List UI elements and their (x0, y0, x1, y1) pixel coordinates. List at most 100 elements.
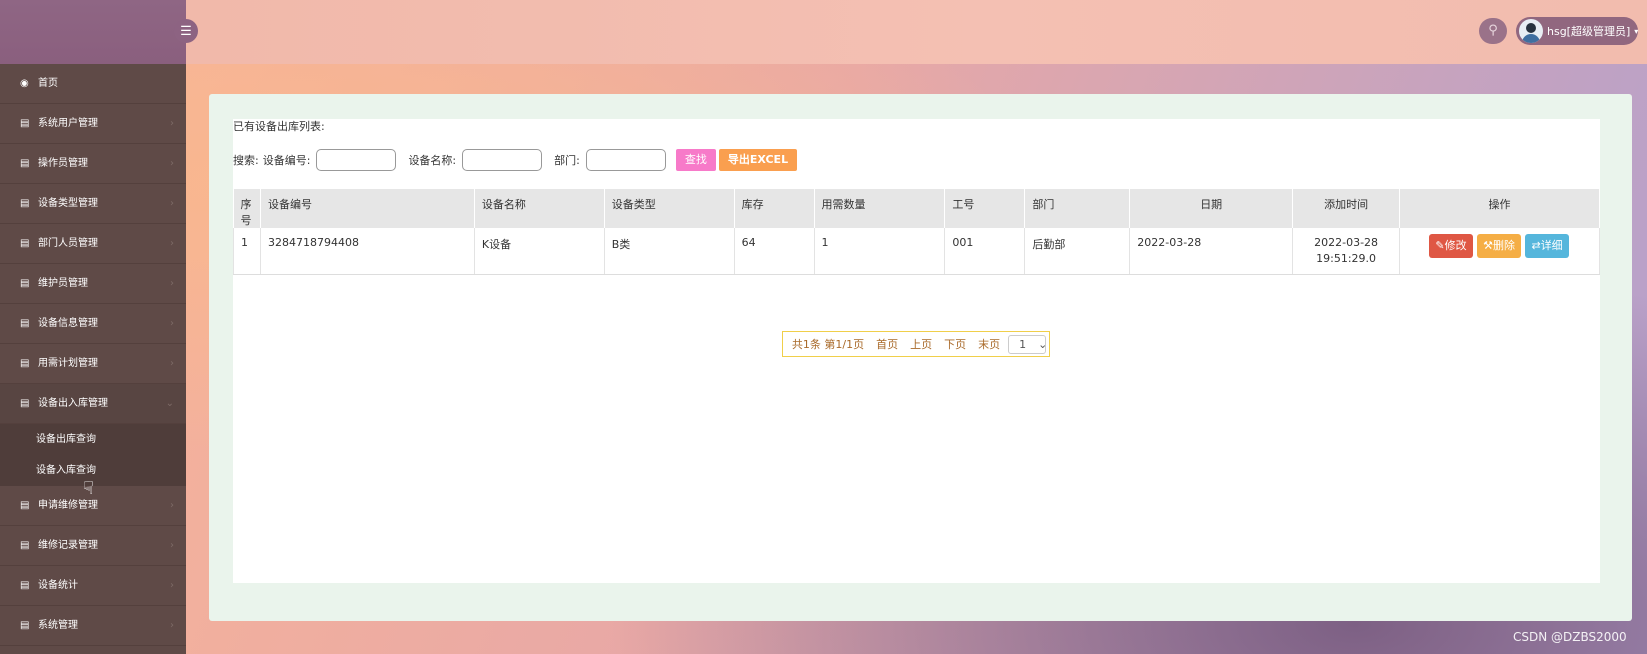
table-row: 1 3284718794408 K设备 B类 64 1 001 后勤部 2022… (233, 228, 1600, 275)
delete-button[interactable]: ⚒删除 (1477, 234, 1521, 258)
pagination: 共1条 第1/1页 首页 上页 下页 末页 1 ⌄ (782, 331, 1050, 357)
cell-stock: 64 (734, 228, 815, 275)
col-device-name: 设备名称 (474, 189, 605, 228)
cell-date: 2022-03-28 (1129, 228, 1294, 275)
list-icon: ▤ (20, 318, 30, 329)
sidebar-item-label: 申请维修管理 (38, 500, 98, 511)
list-icon: ▤ (20, 198, 30, 209)
table-header-row: 序号 设备编号 设备名称 设备类型 库存 用需数量 工号 部门 日期 添加时间 … (233, 189, 1600, 228)
cell-device-name: K设备 (474, 228, 605, 275)
sidebar-item-label: 维修记录管理 (38, 540, 98, 551)
list-icon: ▤ (20, 620, 30, 631)
col-added-time: 添加时间 (1292, 189, 1401, 228)
device-name-label: 设备名称: (408, 154, 457, 167)
wrench-icon: ⚒ (1483, 239, 1493, 252)
search-icon[interactable]: ⚲ (1479, 18, 1507, 44)
detail-button[interactable]: ⇄详细 (1525, 234, 1569, 258)
chevron-down-icon: ⌄ (1038, 337, 1048, 351)
pager-first[interactable]: 首页 (876, 336, 898, 352)
shuffle-icon: ⇄ (1531, 239, 1541, 252)
sidebar-item-device-types[interactable]: ▤ 设备类型管理 › (0, 184, 186, 224)
avatar (1519, 19, 1543, 43)
sidebar-item-device-inout[interactable]: ▤ 设备出入库管理 ⌄ (0, 384, 186, 424)
pager-next[interactable]: 下页 (944, 336, 966, 352)
cell-worker-no: 001 (944, 228, 1026, 275)
delete-label: 删除 (1492, 239, 1515, 252)
sidebar-item-maintainers[interactable]: ▤ 维护员管理 › (0, 264, 186, 304)
chevron-down-icon: ▾ (1634, 26, 1639, 36)
sidebar-item-label: 用需计划管理 (38, 358, 98, 369)
pager-last[interactable]: 末页 (978, 336, 1000, 352)
edit-button[interactable]: ✎修改 (1429, 234, 1473, 258)
list-icon: ▤ (20, 500, 30, 511)
page-select[interactable]: 1 ⌄ (1008, 334, 1048, 354)
sidebar-item-dept-staff[interactable]: ▤ 部门人员管理 › (0, 224, 186, 264)
export-excel-button[interactable]: 导出EXCEL (718, 149, 798, 171)
cell-actions: ✎修改 ⚒删除 ⇄详细 (1399, 228, 1600, 275)
dept-label: 部门: (554, 154, 580, 167)
cell-demand-qty: 1 (814, 228, 946, 275)
chevron-right-icon: › (170, 500, 174, 511)
col-actions: 操作 (1399, 189, 1600, 228)
sidebar-item-home[interactable]: ◉ 首页 (0, 64, 186, 104)
col-device-type: 设备类型 (604, 189, 735, 228)
search-label: 搜索: (233, 154, 259, 167)
page-select-value: 1 (1019, 337, 1027, 351)
device-code-input[interactable] (316, 149, 397, 171)
detail-label: 详细 (1540, 239, 1563, 252)
chevron-right-icon: › (170, 118, 174, 129)
chevron-right-icon: › (170, 620, 174, 631)
col-stock: 库存 (734, 189, 815, 228)
col-index: 序号 (233, 189, 261, 228)
sidebar-item-demand-plan[interactable]: ▤ 用需计划管理 › (0, 344, 186, 384)
sidebar-subitem-outbound-query[interactable]: 设备出库查询 (0, 424, 186, 455)
find-button[interactable]: 查找 (675, 149, 716, 171)
cell-device-type: B类 (604, 228, 735, 275)
chevron-right-icon: › (170, 198, 174, 209)
cell-device-code: 3284718794408 (260, 228, 475, 275)
top-bar (0, 0, 1647, 64)
list-icon: ▤ (20, 158, 30, 169)
cell-added-time: 2022-03-28 19:51:29.0 (1292, 228, 1401, 275)
sidebar-item-label: 系统用户管理 (38, 118, 98, 129)
chevron-right-icon: › (170, 318, 174, 329)
outbound-table: 序号 设备编号 设备名称 设备类型 库存 用需数量 工号 部门 日期 添加时间 … (233, 189, 1600, 275)
sidebar-item-system-users[interactable]: ▤ 系统用户管理 › (0, 104, 186, 144)
chevron-right-icon: › (170, 238, 174, 249)
sidebar-item-device-info[interactable]: ▤ 设备信息管理 › (0, 304, 186, 344)
list-icon: ▤ (20, 398, 30, 409)
sidebar-item-label: 操作员管理 (38, 158, 88, 169)
pencil-icon: ✎ (1435, 239, 1445, 252)
sidebar-item-operators[interactable]: ▤ 操作员管理 › (0, 144, 186, 184)
list-icon: ▤ (20, 118, 30, 129)
chevron-right-icon: › (170, 580, 174, 591)
list-title: 已有设备出库列表: (233, 120, 325, 133)
chevron-right-icon: › (170, 358, 174, 369)
user-menu[interactable]: hsg[超级管理员] ▾ (1516, 17, 1638, 45)
added-clock: 19:51:29.0 (1316, 252, 1377, 265)
device-name-input[interactable] (462, 149, 543, 171)
edit-label: 修改 (1444, 239, 1467, 252)
watermark: CSDN @DZBS2000 (1513, 630, 1627, 644)
hand-cursor-icon: ☟ (83, 478, 94, 499)
col-device-code: 设备编号 (260, 189, 475, 228)
list-icon: ▤ (20, 580, 30, 591)
sidebar-item-system-admin[interactable]: ▤ 系统管理 › (0, 606, 186, 646)
pager-prev[interactable]: 上页 (910, 336, 932, 352)
chevron-right-icon: › (170, 158, 174, 169)
sidebar-item-label: 首页 (38, 78, 58, 89)
chevron-right-icon: › (170, 278, 174, 289)
menu-toggle-button[interactable]: ☰ (174, 19, 198, 43)
dashboard-icon: ◉ (20, 78, 29, 89)
pager-summary: 共1条 第1/1页 (791, 338, 865, 351)
dept-input[interactable] (585, 149, 666, 171)
col-demand-qty: 用需数量 (814, 189, 946, 228)
sidebar-item-device-stats[interactable]: ▤ 设备统计 › (0, 566, 186, 606)
sidebar-item-repair-records[interactable]: ▤ 维修记录管理 › (0, 526, 186, 566)
sidebar-item-label: 系统管理 (38, 620, 78, 631)
chevron-right-icon: › (170, 540, 174, 551)
brand-area (0, 0, 186, 64)
list-icon: ▤ (20, 278, 30, 289)
sidebar: ◉ 首页 ▤ 系统用户管理 › ▤ 操作员管理 › ▤ 设备类型管理 › ▤ 部门人员管理 › ▤… (0, 64, 186, 654)
col-dept: 部门 (1024, 189, 1131, 228)
